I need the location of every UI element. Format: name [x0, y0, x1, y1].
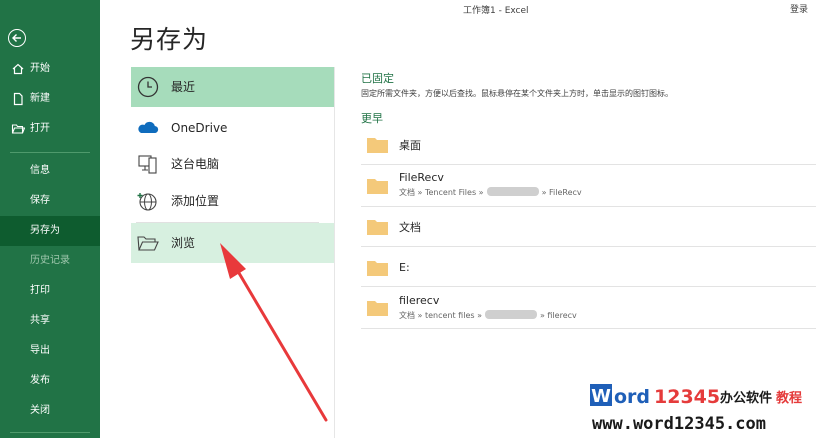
folder-name: 文档: [399, 221, 421, 234]
location-browse-label: 浏览: [171, 236, 196, 250]
location-this-pc-label: 这台电脑: [171, 157, 220, 171]
folder-name: filerecv: [399, 294, 440, 307]
nav-save[interactable]: 保存: [0, 186, 100, 216]
backstage-nav: 开始 新建 打开 信息 保存 另存为 历史记录 打印 共享 导出 发布 关闭: [0, 0, 100, 438]
nav-publish[interactable]: 发布: [0, 366, 100, 396]
svg-text:办公软件: 办公软件: [720, 390, 772, 406]
location-onedrive[interactable]: OneDrive: [131, 108, 334, 148]
nav-publish-label: 发布: [30, 375, 50, 386]
nav-close-label: 关闭: [30, 405, 50, 416]
window-title: 工作簿1 - Excel: [463, 6, 529, 16]
computer-icon: [138, 155, 157, 174]
sign-in-link[interactable]: 登录: [790, 2, 808, 15]
folder-icon: [367, 220, 388, 235]
svg-text:教程: 教程: [775, 390, 802, 406]
location-onedrive-label: OneDrive: [171, 121, 228, 135]
nav-save-as-label: 另存为: [30, 225, 60, 236]
nav-divider-bottom: [10, 432, 90, 433]
folder-icon: [367, 301, 388, 316]
clock-icon: [137, 76, 159, 98]
location-recent[interactable]: 最近: [131, 67, 334, 107]
folder-name: E:: [399, 261, 410, 274]
folder-path: 文档 » tencent files »» filerecv: [399, 310, 577, 320]
nav-home-label: 开始: [30, 63, 50, 74]
onedrive-cloud-icon: [138, 121, 159, 134]
older-heading: 更早: [361, 112, 383, 125]
blurred-segment: [486, 187, 539, 196]
browse-folder-icon: [137, 236, 159, 251]
folder-icon: [367, 138, 388, 153]
nav-save-as[interactable]: 另存为: [0, 216, 100, 246]
folder-path: 文档 » Tencent Files »» FileRecv: [399, 187, 582, 197]
nav-save-label: 保存: [30, 195, 50, 206]
open-folder-icon: [11, 124, 25, 134]
location-browse[interactable]: 浏览: [131, 223, 334, 263]
svg-text:W: W: [591, 386, 611, 407]
nav-divider: [10, 152, 90, 153]
add-globe-icon: [137, 193, 157, 211]
nav-share[interactable]: 共享: [0, 306, 100, 336]
nav-new-label: 新建: [30, 93, 50, 104]
column-divider: [334, 67, 335, 438]
nav-open-label: 打开: [30, 123, 50, 134]
nav-new[interactable]: 新建: [0, 84, 100, 114]
location-add-place-label: 添加位置: [171, 194, 220, 208]
folder-icon: [367, 179, 388, 194]
nav-export-label: 导出: [30, 345, 50, 356]
svg-text:www.word12345.com: www.word12345.com: [592, 414, 766, 434]
folder-name: 桌面: [399, 139, 421, 152]
svg-text:ord: ord: [614, 386, 650, 408]
location-recent-label: 最近: [171, 80, 196, 94]
nav-share-label: 共享: [30, 315, 50, 326]
pinned-description: 固定所需文件夹，方便以后查找。鼠标悬停在某个文件夹上方时，单击显示的图钉图标。: [361, 89, 673, 98]
location-this-pc[interactable]: 这台电脑: [131, 144, 334, 184]
folder-name: FileRecv: [399, 171, 444, 184]
folder-item[interactable]: E:: [361, 247, 816, 287]
svg-text:12345: 12345: [654, 386, 720, 408]
nav-history[interactable]: 历史记录: [0, 246, 100, 276]
page-title: 另存为: [130, 25, 209, 54]
folder-item[interactable]: FileRecv 文档 » Tencent Files »» FileRecv: [361, 165, 816, 207]
watermark: W ord 12345 办公软件 教程 www.word12345.com: [588, 380, 816, 438]
nav-info[interactable]: 信息: [0, 156, 100, 186]
folder-item[interactable]: filerecv 文档 » tencent files »» filerecv: [361, 287, 816, 329]
folder-icon: [367, 261, 388, 276]
new-document-icon: [13, 92, 23, 106]
folder-item[interactable]: 桌面: [361, 125, 816, 165]
home-icon: [12, 63, 24, 75]
nav-history-label: 历史记录: [30, 255, 70, 266]
back-arrow-icon[interactable]: [8, 29, 26, 47]
nav-print-label: 打印: [30, 285, 50, 296]
nav-open[interactable]: 打开: [0, 114, 100, 144]
pinned-heading: 已固定: [361, 72, 394, 85]
nav-close[interactable]: 关闭: [0, 396, 100, 426]
location-add-place[interactable]: 添加位置: [131, 181, 334, 221]
nav-home[interactable]: 开始: [0, 54, 100, 84]
nav-info-label: 信息: [30, 165, 50, 176]
folder-item[interactable]: 文档: [361, 207, 816, 247]
nav-export[interactable]: 导出: [0, 336, 100, 366]
nav-print[interactable]: 打印: [0, 276, 100, 306]
blurred-segment: [484, 310, 537, 319]
